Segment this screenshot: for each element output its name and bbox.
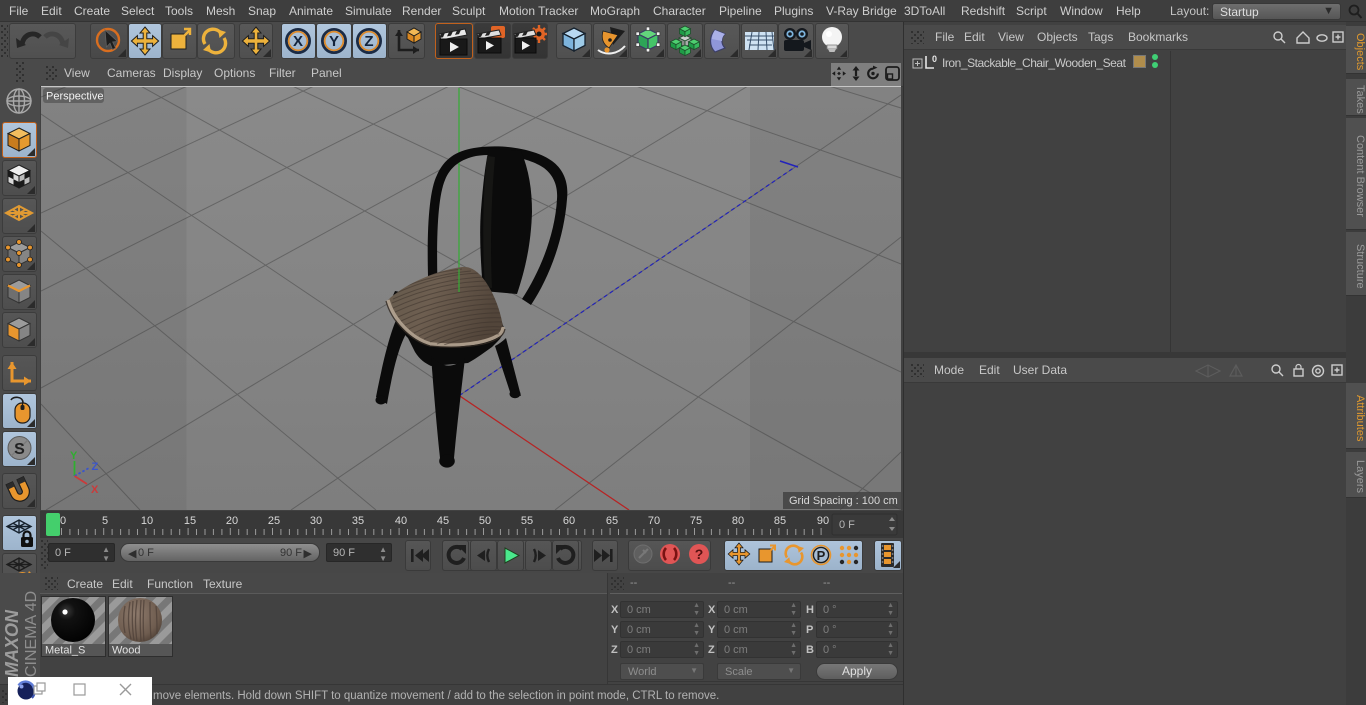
svg-text:0 F: 0 F — [839, 519, 855, 531]
svg-text:70: 70 — [648, 515, 660, 527]
svg-text:Y: Y — [70, 450, 78, 462]
svg-text:5: 5 — [102, 515, 108, 527]
svg-text:X: X — [91, 484, 99, 496]
svg-text:25: 25 — [268, 515, 280, 527]
svg-text:10: 10 — [141, 515, 153, 527]
svg-text:Z: Z — [92, 461, 99, 473]
svg-text:0: 0 — [60, 515, 66, 527]
svg-text:Metal_S: Metal_S — [45, 645, 85, 657]
svg-text:X: X — [293, 33, 303, 50]
svg-text:Z: Z — [364, 33, 373, 50]
svg-text:65: 65 — [606, 515, 618, 527]
svg-text:P: P — [817, 548, 826, 563]
svg-text:MAXON: MAXON — [2, 609, 22, 677]
svg-text:35: 35 — [352, 515, 364, 527]
svg-text:15: 15 — [184, 515, 196, 527]
svg-text:60: 60 — [563, 515, 575, 527]
svg-text:Y: Y — [329, 33, 339, 50]
svg-text:90: 90 — [817, 515, 829, 527]
svg-text:?: ? — [695, 546, 704, 562]
svg-text:Grid Spacing : 100 cm: Grid Spacing : 100 cm — [789, 495, 898, 507]
svg-text:S: S — [14, 441, 25, 458]
svg-text:55: 55 — [521, 515, 533, 527]
svg-text:75: 75 — [690, 515, 702, 527]
svg-text:85: 85 — [774, 515, 786, 527]
svg-text:Wood: Wood — [112, 645, 141, 657]
svg-text:20: 20 — [226, 515, 238, 527]
svg-text:40: 40 — [395, 515, 407, 527]
svg-text:80: 80 — [732, 515, 744, 527]
svg-text:CINEMA 4D: CINEMA 4D — [23, 591, 40, 677]
svg-text:0: 0 — [932, 54, 937, 64]
svg-text:Perspective: Perspective — [46, 91, 103, 103]
svg-text:45: 45 — [437, 515, 449, 527]
svg-text:30: 30 — [310, 515, 322, 527]
svg-text:50: 50 — [479, 515, 491, 527]
